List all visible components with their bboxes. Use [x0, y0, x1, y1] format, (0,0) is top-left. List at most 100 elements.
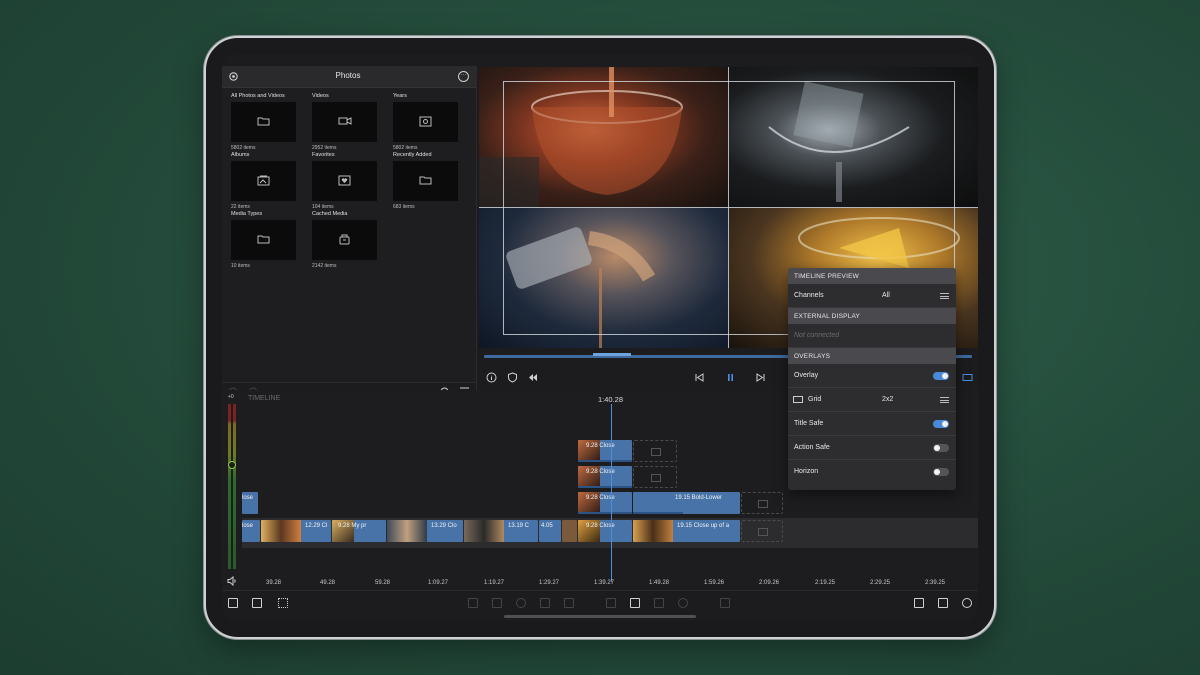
tile-cached-media[interactable]: Cached Media 2142 items: [312, 211, 382, 269]
clip-audio-line: [633, 512, 683, 514]
timeline-clip[interactable]: 19.15 Close up of a: [633, 520, 740, 542]
overlay-icon[interactable]: [606, 598, 616, 608]
timeline-clip[interactable]: 9.28 Close: [578, 466, 632, 488]
photos-browser: Photos ··· All Photos and Videos 5802 it…: [222, 66, 477, 400]
timeline-clip[interactable]: lose: [242, 492, 258, 514]
add-title-icon[interactable]: [492, 598, 502, 608]
folder-icon: [257, 235, 270, 244]
bottom-toolbar: [222, 590, 978, 614]
title-safe-row[interactable]: Title Safe: [788, 412, 956, 436]
tile-count: 22 items: [231, 204, 250, 210]
title-safe-toggle[interactable]: [933, 420, 949, 428]
list-icon[interactable]: [940, 397, 949, 403]
split-icon[interactable]: [654, 598, 664, 608]
timeline-clip[interactable]: 9.28 My pr: [332, 520, 386, 542]
pause-icon[interactable]: [725, 372, 736, 383]
clip-thumbnail: [464, 520, 504, 542]
empty-clip-slot[interactable]: [633, 440, 677, 462]
empty-clip-slot[interactable]: [741, 492, 783, 514]
empty-clip-slot[interactable]: [741, 520, 783, 542]
tile-label: Albums: [231, 152, 250, 158]
tile-all-photos[interactable]: All Photos and Videos 5802 items: [231, 93, 301, 151]
share-icon[interactable]: [938, 598, 948, 608]
clip-audio-line: [578, 512, 632, 514]
overlay-toggle[interactable]: [933, 372, 949, 380]
pen-icon[interactable]: [540, 598, 550, 608]
ruler-tick: 2:39.25: [925, 580, 946, 586]
fullscreen-icon[interactable]: [962, 372, 973, 383]
calendar-icon: [419, 116, 432, 127]
tile-count: 2142 items: [312, 263, 337, 269]
import-icon[interactable]: [228, 598, 238, 608]
album-icon: [257, 175, 270, 186]
timeline-clip[interactable]: lose: [242, 520, 260, 542]
empty-clip-slot[interactable]: [633, 466, 677, 488]
horizon-row[interactable]: Horizon: [788, 460, 956, 484]
tile-label: Favorites: [312, 152, 335, 158]
action-safe-toggle[interactable]: [933, 444, 949, 452]
tile-thumbnail: [393, 102, 458, 142]
select-checkbox-icon[interactable]: [630, 598, 640, 608]
tile-favorites[interactable]: Favorites 104 items: [312, 152, 382, 210]
channels-value: All: [882, 292, 890, 299]
meter-right-channel: [233, 404, 236, 569]
skip-back-icon[interactable]: [694, 372, 705, 383]
time-ruler[interactable]: 39.28 49.28 59.28 1:09.27 1:19.27 1:29.2…: [222, 576, 978, 590]
add-clip-icon[interactable]: [468, 598, 478, 608]
grid-row[interactable]: Grid 2x2: [788, 388, 956, 412]
playhead[interactable]: [611, 404, 612, 582]
ruler-tick: 1:19.27: [484, 580, 505, 586]
clip-label: 19.15 Bold-Lower: [675, 495, 723, 501]
more-options-icon[interactable]: ···: [458, 71, 469, 82]
playhead-time: 1:40.28: [598, 395, 624, 404]
info-icon[interactable]: [678, 598, 688, 608]
horizon-toggle[interactable]: [933, 468, 949, 476]
channels-label: Channels: [794, 292, 824, 299]
volume-knob[interactable]: [228, 461, 236, 469]
ruler-tick: 2:09.26: [759, 580, 780, 586]
timeline-clip[interactable]: 13.19 C: [464, 520, 538, 542]
timeline-clip[interactable]: 12.29 Cl: [261, 520, 331, 542]
title-clip-bold-lower[interactable]: 19.15 Bold-Lower: [633, 492, 740, 514]
tile-recently-added[interactable]: Recently Added 683 items: [393, 152, 463, 210]
clip-label: 19.15 Close up of a: [677, 523, 730, 529]
audio-icon[interactable]: [516, 598, 526, 608]
timeline-clip[interactable]: [562, 520, 577, 542]
video-camera-icon: [338, 117, 352, 125]
layout-icon[interactable]: [914, 598, 924, 608]
section-timeline-preview: TIMELINE PREVIEW: [788, 268, 956, 284]
skip-forward-icon[interactable]: [755, 372, 766, 383]
project-list-icon[interactable]: [252, 598, 262, 608]
timeline-clip[interactable]: 9.28 Close: [578, 492, 632, 514]
meter-left-channel: [228, 404, 231, 569]
section-external-display: EXTERNAL DISPLAY: [788, 308, 956, 324]
folder-icon: [257, 117, 270, 126]
tile-thumbnail: [312, 220, 377, 260]
camera-icon[interactable]: [564, 598, 574, 608]
clip-thumbnail: [633, 520, 673, 542]
clip-audio-line: [578, 460, 632, 462]
timeline-clip[interactable]: 13.29 Clo: [387, 520, 463, 542]
app-screen: Photos ··· All Photos and Videos 5802 it…: [222, 54, 978, 621]
panel-divider: [476, 66, 477, 396]
tile-label: Media Types: [231, 211, 263, 217]
shield-icon[interactable]: [507, 372, 518, 383]
tile-years[interactable]: Years 5802 items: [393, 93, 463, 151]
tile-media-types[interactable]: Media Types 10 items: [231, 211, 301, 269]
audio-meter[interactable]: [228, 404, 237, 569]
info-icon[interactable]: [486, 372, 497, 383]
trash-icon[interactable]: [720, 598, 730, 608]
channels-row[interactable]: Channels All: [788, 284, 956, 308]
action-safe-row[interactable]: Action Safe: [788, 436, 956, 460]
settings-gear-icon[interactable]: [962, 598, 972, 608]
timeline-clip[interactable]: 4.05: [539, 520, 561, 542]
timeline-clip[interactable]: 9.28 Close: [578, 440, 632, 462]
list-icon[interactable]: [940, 293, 949, 299]
tile-videos[interactable]: Videos 2952 items: [312, 93, 382, 151]
ruler-tick: 1:09.27: [428, 580, 449, 586]
timeline-clip[interactable]: 9.28 Close: [578, 520, 632, 542]
tile-albums[interactable]: Albums 22 items: [231, 152, 301, 210]
audio-effects-icon[interactable]: [528, 372, 539, 383]
overlay-row[interactable]: Overlay: [788, 364, 956, 388]
marker-icon[interactable]: [278, 598, 288, 608]
